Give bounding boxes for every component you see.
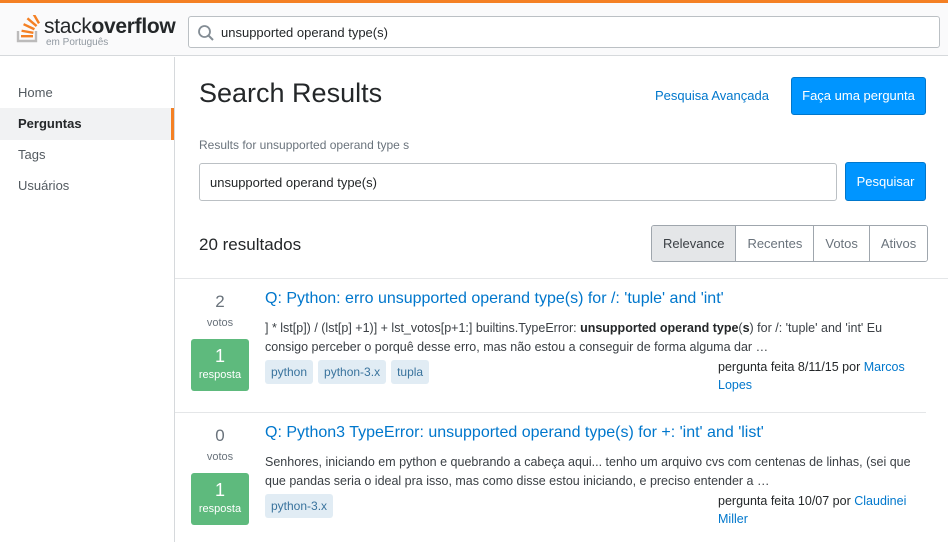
stack-logo-icon xyxy=(16,15,41,43)
logo-subtitle: em Português xyxy=(46,37,109,48)
vote-count: 0 xyxy=(215,426,225,445)
question-meta: pergunta feita 8/11/15 por Marcos Lopes xyxy=(718,360,905,392)
question-excerpt: ] * lst[p]) / (lst[p] +1)] + lst_votos[p… xyxy=(265,321,883,354)
question-meta: pergunta feita 10/07 por Claudinei Mille… xyxy=(718,494,907,526)
tag-tupla[interactable]: tupla xyxy=(391,360,430,384)
top-search-input[interactable] xyxy=(221,17,931,47)
vote-label: votos xyxy=(206,317,234,329)
left-sidebar: Home Perguntas Tags Usuários xyxy=(0,57,175,542)
vote-count: 2 xyxy=(215,292,225,311)
top-search-box[interactable] xyxy=(188,16,940,48)
search-icon xyxy=(198,25,214,41)
sort-tabs: Relevance Recentes Votos Ativos xyxy=(651,225,929,262)
tag-list: python-3.x xyxy=(265,494,334,518)
sidebar-item-usuarios[interactable]: Usuários xyxy=(0,170,174,202)
tab-votos[interactable]: Votos xyxy=(813,226,869,261)
tag-python-3x[interactable]: python-3.x xyxy=(265,494,334,518)
stackoverflow-logo[interactable]: stackoverflow em Português xyxy=(16,12,176,50)
logo-wordmark: stackoverflow xyxy=(44,15,176,38)
question-title-link[interactable]: Q: Python: erro unsupported operand type… xyxy=(265,290,724,308)
sidebar-item-perguntas[interactable]: Perguntas xyxy=(0,108,174,140)
question-title-link[interactable]: Q: Python3 TypeError: unsupported operan… xyxy=(265,424,764,442)
answer-label: resposta xyxy=(198,503,242,515)
search-button[interactable]: Pesquisar xyxy=(845,162,926,201)
results-for-text: Results for unsupported operand type s xyxy=(199,138,410,152)
answer-count: 1 xyxy=(214,480,225,500)
search-result: 0 votos 1 resposta Q: Python3 TypeError:… xyxy=(175,413,948,547)
page-title: Search Results xyxy=(199,78,383,108)
tab-ativos[interactable]: Ativos xyxy=(868,226,928,261)
tag-list: python python-3.x tupla xyxy=(265,360,430,384)
vote-label: votos xyxy=(206,451,234,463)
ask-question-button[interactable]: Faça uma pergunta xyxy=(791,77,926,115)
tag-python-3x[interactable]: python-3.x xyxy=(318,360,387,384)
answer-count-badge: 1 resposta xyxy=(191,339,249,391)
search-input[interactable] xyxy=(199,163,837,201)
sidebar-item-tags[interactable]: Tags xyxy=(0,139,174,171)
question-excerpt: Senhores, iniciando em python e quebrand… xyxy=(265,455,911,488)
tab-recentes[interactable]: Recentes xyxy=(735,226,814,261)
top-bar: stackoverflow em Português xyxy=(0,0,948,56)
tab-relevance[interactable]: Relevance xyxy=(652,226,736,261)
search-result: 2 votos 1 resposta Q: Python: erro unsup… xyxy=(175,279,948,413)
tag-python[interactable]: python xyxy=(265,360,314,384)
answer-count-badge: 1 resposta xyxy=(191,473,249,525)
sidebar-item-home[interactable]: Home xyxy=(0,77,174,109)
answer-count: 1 xyxy=(214,346,225,366)
answer-label: resposta xyxy=(198,369,242,381)
advanced-search-link[interactable]: Pesquisa Avançada xyxy=(655,88,769,103)
results-count: 20 resultados xyxy=(199,235,302,254)
